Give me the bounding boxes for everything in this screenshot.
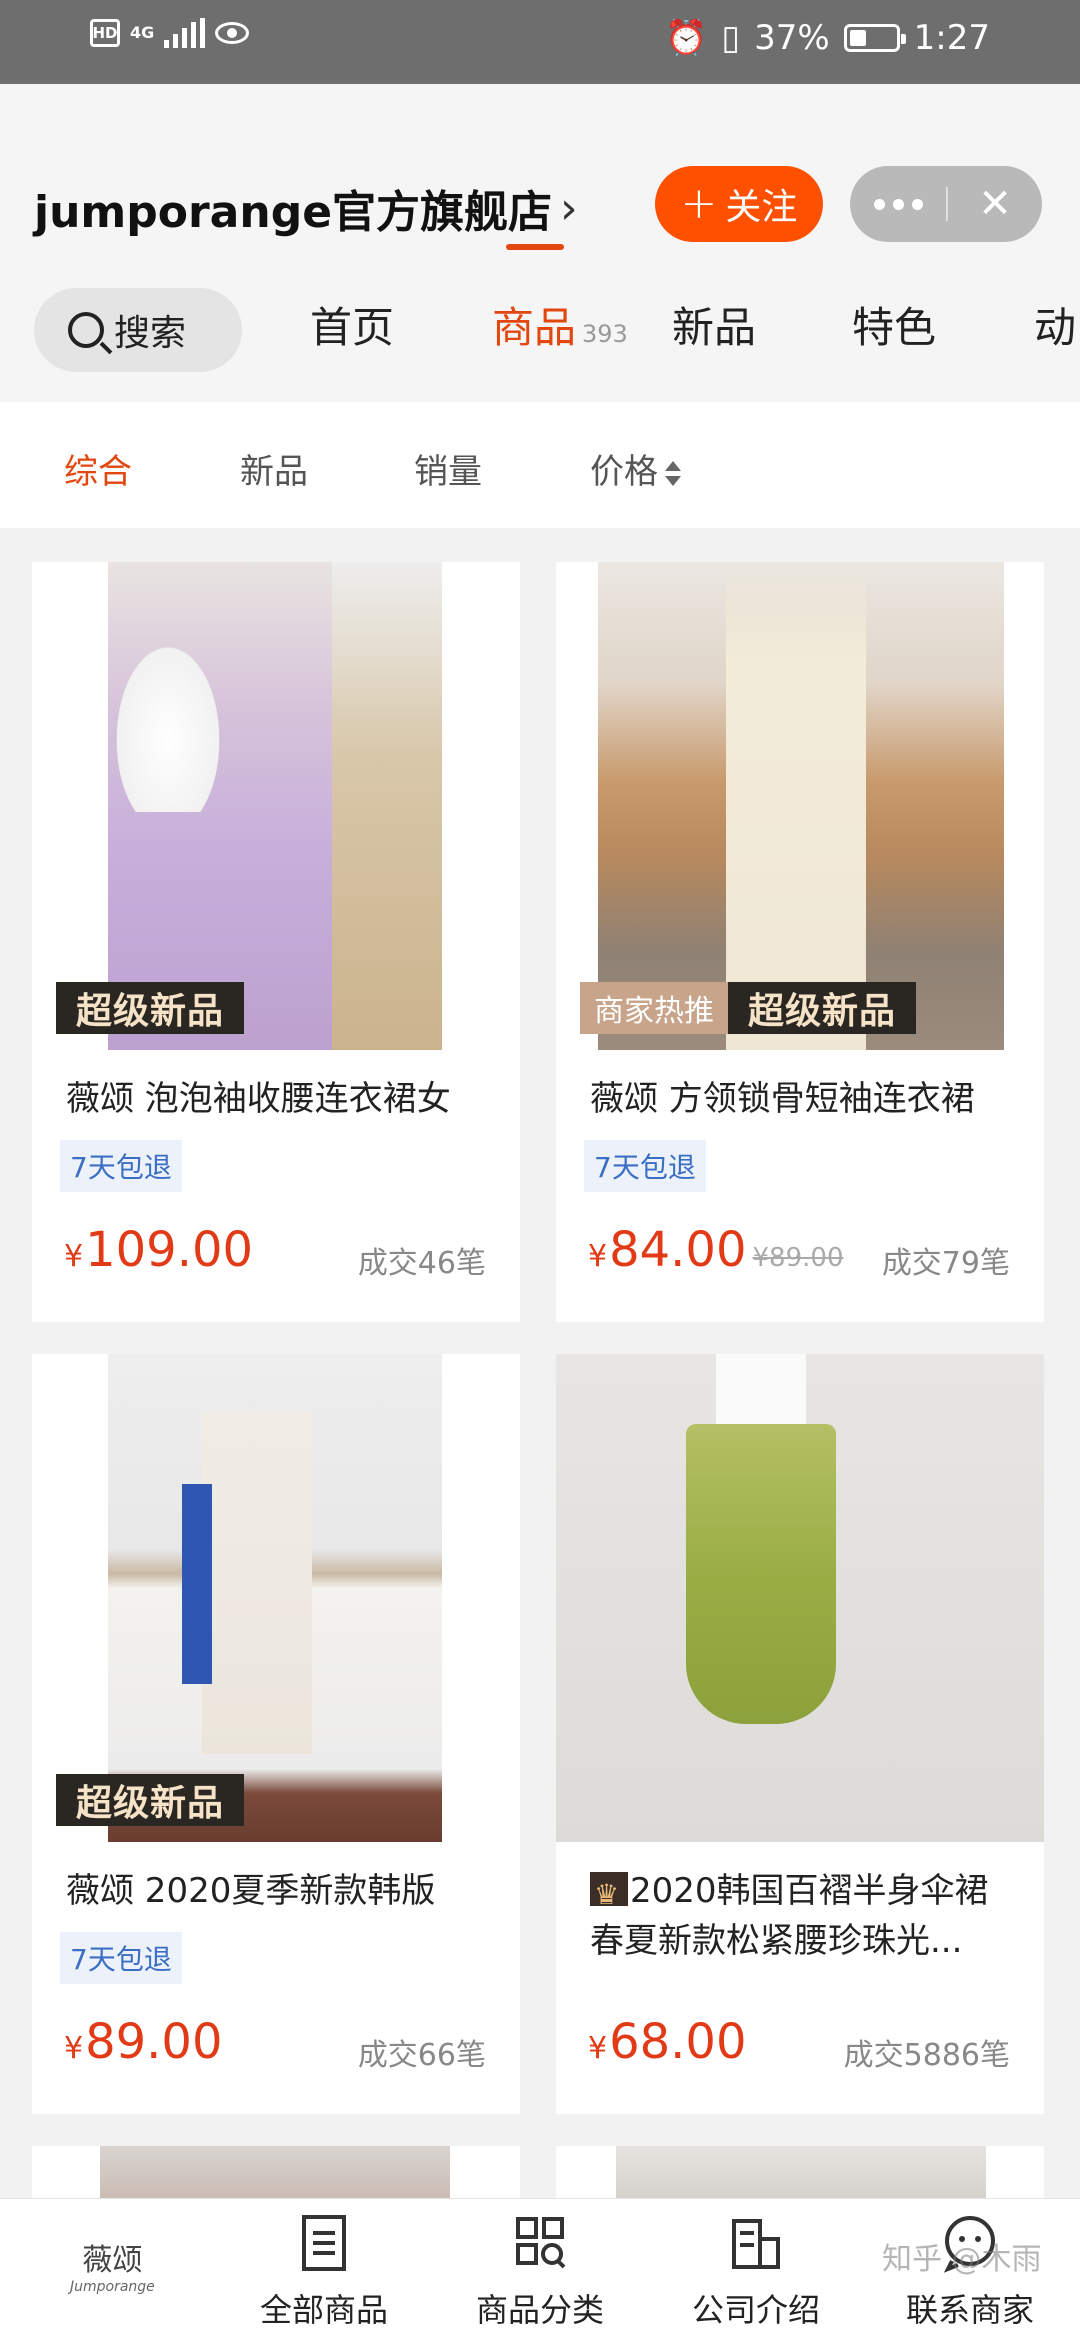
hot-pick-tag: 商家热推 [580, 982, 728, 1034]
tab-new[interactable]: 新品 [672, 294, 756, 355]
tab-home[interactable]: 首页 [310, 294, 394, 355]
search-icon [68, 312, 104, 348]
watermark: 知乎 @木雨 [882, 2242, 1042, 2277]
chevron-right-icon: › [560, 182, 578, 234]
product-card[interactable]: 超级新品 薇颂 泡泡袖收腰连衣裙女 7天包退 ¥109.00 成交46笔 [32, 562, 520, 1322]
product-image[interactable] [556, 562, 1044, 1050]
store-nav: 搜索 首页 商品 393 新品 特色 动 [0, 276, 1080, 376]
product-price: ¥68.00 [588, 2014, 747, 2070]
miniprogram-capsule: ✕ [850, 166, 1042, 242]
product-image[interactable] [32, 1354, 520, 1842]
store-header: jumporange官方旗舰店 › + 关注 ✕ 搜索 首页 商品 393 新品 … [0, 84, 1080, 402]
product-title: 薇颂 2020夏季新款韩版 [66, 1871, 436, 1911]
product-image[interactable] [556, 1354, 1044, 1842]
tab-featured[interactable]: 特色 [852, 294, 936, 355]
return-badge: 7天包退 [584, 1140, 706, 1192]
building-icon [732, 2219, 780, 2269]
product-image[interactable] [32, 562, 520, 1050]
product-card[interactable]: 超级新品 薇颂 2020夏季新款韩版 7天包退 ¥89.00 成交66笔 [32, 1354, 520, 2114]
tab-dynamic[interactable]: 动 [1034, 294, 1076, 355]
original-price: ¥89.00 [752, 1243, 844, 1273]
sort-bar: 综合 新品 销量 价格 [0, 402, 1080, 528]
return-badge: 7天包退 [60, 1140, 182, 1192]
plus-icon: + [680, 178, 718, 229]
product-price: ¥109.00 [64, 1222, 254, 1278]
more-icon[interactable] [850, 198, 946, 210]
network-label: 4G [130, 23, 155, 42]
sort-new[interactable]: 新品 [240, 444, 308, 493]
nav-categories[interactable]: 商品分类 [440, 2213, 640, 2331]
nav-company-info[interactable]: 公司介绍 [656, 2213, 856, 2331]
clock: 1:27 [913, 18, 990, 58]
store-name: jumporange官方旗舰店 [34, 187, 553, 238]
sort-overall[interactable]: 综合 [64, 444, 132, 493]
status-bar: HD 4G ⏰ ▯ 37% 1:27 [0, 0, 1080, 84]
active-tab-indicator [506, 244, 564, 250]
nav-all-products[interactable]: 全部商品 [224, 2213, 424, 2331]
product-title: 2020韩国百褶半身伞裙 春夏新款松紧腰珍珠光... [590, 1866, 1016, 1966]
battery-icon [843, 24, 906, 52]
vibrate-icon: ▯ [721, 18, 741, 58]
sort-sales[interactable]: 销量 [414, 444, 482, 493]
sales-count: 成交46笔 [357, 1246, 486, 1281]
brand-logo[interactable]: 薇颂 Jumporange [70, 2235, 155, 2295]
super-new-tag: 超级新品 [56, 982, 245, 1034]
product-count: 393 [582, 320, 628, 348]
search-button[interactable]: 搜索 [34, 288, 242, 372]
close-icon[interactable]: ✕ [948, 181, 1042, 227]
product-title: 薇颂 泡泡袖收腰连衣裙女 [66, 1079, 451, 1119]
product-card[interactable] [32, 2146, 520, 2206]
hd-icon: HD [90, 19, 120, 47]
sales-count: 成交79笔 [881, 1246, 1010, 1281]
crown-icon [590, 1870, 628, 1920]
follow-label: 关注 [725, 187, 798, 228]
product-card[interactable] [556, 2146, 1044, 2206]
document-icon [302, 2215, 346, 2271]
battery-percent: 37% [754, 18, 830, 58]
sales-count: 成交5886笔 [843, 2038, 1010, 2073]
sales-count: 成交66笔 [357, 2038, 486, 2073]
search-label: 搜索 [114, 313, 187, 354]
product-card[interactable]: 2020韩国百褶半身伞裙 春夏新款松紧腰珍珠光... ¥68.00 成交5886… [556, 1354, 1044, 2114]
follow-button[interactable]: + 关注 [655, 166, 823, 242]
alarm-icon: ⏰ [665, 18, 708, 58]
product-price: ¥89.00 [64, 2014, 223, 2070]
sort-price[interactable]: 价格 [590, 444, 682, 493]
super-new-tag: 超级新品 [728, 982, 917, 1034]
grid-icon [516, 2217, 566, 2269]
signal-icon [164, 18, 206, 48]
return-badge: 7天包退 [60, 1932, 182, 1984]
super-new-tag: 超级新品 [56, 1774, 245, 1826]
tab-products[interactable]: 商品 393 [492, 294, 628, 355]
product-title: 薇颂 方领锁骨短袖连衣裙 [590, 1079, 975, 1119]
product-card[interactable]: 商家热推 超级新品 薇颂 方领锁骨短袖连衣裙 7天包退 ¥84.00 ¥89.00… [556, 562, 1044, 1322]
eye-icon [215, 22, 250, 44]
store-title[interactable]: jumporange官方旗舰店 › [34, 176, 578, 240]
sort-arrows-icon [664, 459, 682, 489]
product-price: ¥84.00 ¥89.00 [588, 1222, 844, 1278]
